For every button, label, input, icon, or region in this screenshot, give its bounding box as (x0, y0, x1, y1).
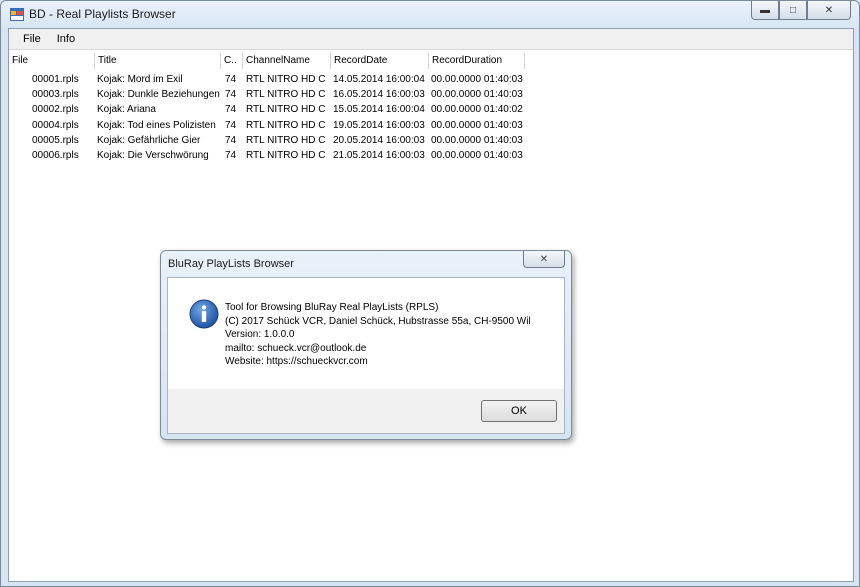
cell-title: Kojak: Ariana (97, 104, 156, 116)
cell-record-duration: 00.00.0000 01:40:03 (431, 89, 523, 101)
cell-record-date: 20.05.2014 16:00:03 (333, 134, 425, 146)
cell-record-date: 16.05.2014 16:00:03 (333, 89, 425, 101)
maximize-icon: □ (789, 4, 797, 16)
cell-record-duration: 00.00.0000 01:40:03 (431, 119, 523, 131)
column-header-channel-number[interactable]: C.. (221, 53, 243, 69)
cell-record-date: 21.05.2014 16:00:03 (333, 149, 425, 161)
cell-channel-number: 74 (225, 149, 237, 161)
title-bar[interactable]: BD - Real Playlists Browser ▬ □ ✕ (1, 1, 859, 27)
cell-channel-name: RTL NITRO HD C (246, 104, 326, 116)
cell-title: Kojak: Gefährliche Gier (97, 134, 201, 146)
cell-title: Kojak: Die Verschwörung (97, 149, 209, 161)
dialog-line-tool: Tool for Browsing BluRay Real PlayLists … (225, 302, 439, 313)
ok-button[interactable]: OK (481, 400, 557, 422)
dialog-line-mailto: mailto: schueck.vcr@outlook.de (225, 342, 367, 354)
menu-bar: File Info (9, 29, 853, 50)
cell-channel-name: RTL NITRO HD C (246, 119, 326, 131)
menu-info[interactable]: Info (49, 33, 83, 45)
cell-file: 00002.rpls (32, 104, 79, 116)
cell-record-duration: 00.00.0000 01:40:03 (431, 134, 523, 146)
cell-record-date: 15.05.2014 16:00:04 (333, 104, 425, 116)
cell-record-date: 14.05.2014 16:00:04 (333, 74, 425, 85)
app-icon (10, 8, 24, 21)
cell-channel-name: RTL NITRO HD C (246, 134, 326, 146)
cell-channel-number: 74 (225, 134, 237, 146)
column-header-channel-name[interactable]: ChannelName (243, 53, 331, 69)
menu-file[interactable]: File (15, 33, 49, 45)
dialog-title: BluRay PlayLists Browser (168, 258, 294, 270)
cell-record-duration: 00.00.0000 01:40:02 (431, 104, 523, 116)
dialog-body: Tool for Browsing BluRay Real PlayLists … (167, 277, 565, 434)
cell-channel-number: 74 (225, 89, 237, 101)
cell-file: 00006.rpls (32, 149, 79, 161)
about-dialog: BluRay PlayLists Browser ✕ Tool for Brow… (160, 250, 572, 440)
dialog-content: Tool for Browsing BluRay Real PlayLists … (168, 278, 564, 389)
cell-file: 00003.rpls (32, 89, 79, 101)
column-header-record-date[interactable]: RecordDate (331, 53, 429, 69)
cell-channel-name: RTL NITRO HD C (246, 149, 326, 161)
cell-file: 00005.rpls (32, 134, 79, 146)
cell-file: 00001.rpls (32, 74, 79, 85)
close-icon: ✕ (539, 253, 549, 265)
close-button[interactable]: ✕ (807, 1, 851, 20)
cell-channel-number: 74 (225, 104, 237, 116)
column-header-record-duration[interactable]: RecordDuration (429, 53, 525, 69)
cell-channel-name: RTL NITRO HD C (246, 89, 326, 101)
info-icon (189, 299, 219, 329)
cell-title: Kojak: Tod eines Polizisten (97, 119, 216, 131)
cell-channel-number: 74 (225, 119, 237, 131)
window-title: BD - Real Playlists Browser (29, 7, 176, 21)
maximize-button[interactable]: □ (779, 1, 807, 20)
dialog-line-copyright: (C) 2017 Schück VCR, Daniel Schück, Hubs… (225, 315, 531, 327)
cell-title: Kojak: Mord im Exil (97, 74, 183, 85)
column-header-title[interactable]: Title (95, 53, 221, 69)
cell-record-duration: 00.00.0000 01:40:03 (431, 74, 523, 85)
dialog-line-version: Version: 1.0.0.0 (225, 329, 295, 340)
cell-record-duration: 00.00.0000 01:40:03 (431, 149, 523, 161)
dialog-close-button[interactable]: ✕ (523, 251, 565, 268)
cell-record-date: 19.05.2014 16:00:03 (333, 119, 425, 131)
close-icon: ✕ (824, 4, 834, 16)
cell-channel-name: RTL NITRO HD C (246, 74, 326, 85)
minimize-icon: ▬ (760, 4, 770, 16)
cell-file: 00004.rpls (32, 119, 79, 131)
minimize-button[interactable]: ▬ (751, 1, 779, 20)
cell-channel-number: 74 (225, 74, 237, 85)
cell-title: Kojak: Dunkle Beziehungen (97, 89, 220, 101)
dialog-message: Tool for Browsing BluRay Real PlayLists … (225, 301, 531, 369)
dialog-line-website: Website: https://schueckvcr.com (225, 356, 368, 367)
column-header-file[interactable]: File (9, 53, 95, 69)
